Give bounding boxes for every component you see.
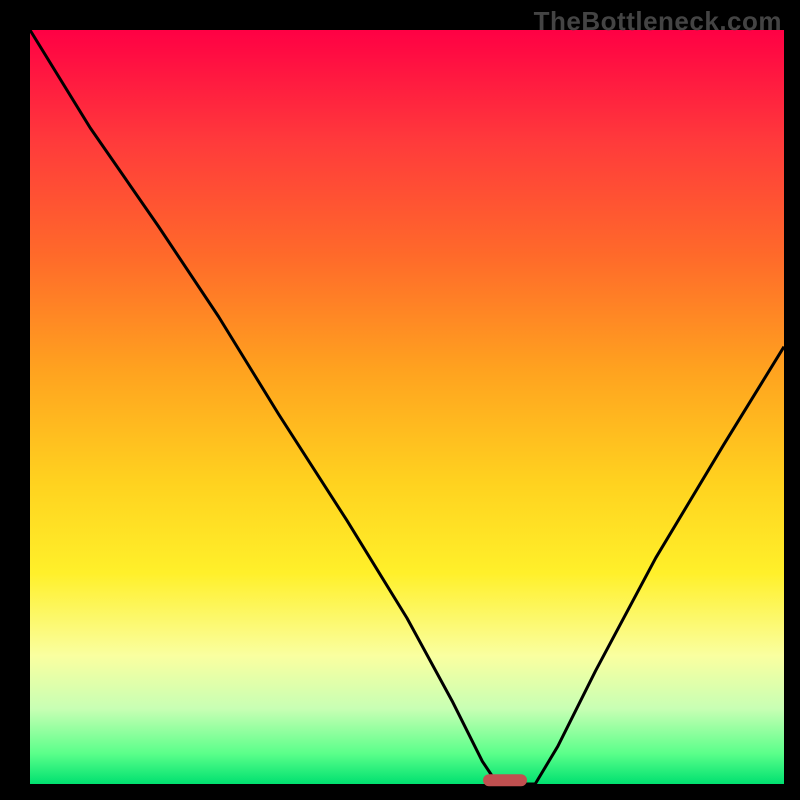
watermark-text: TheBottleneck.com [534, 6, 782, 37]
bottleneck-chart [0, 0, 800, 800]
optimum-marker [483, 774, 527, 786]
chart-frame: TheBottleneck.com [0, 0, 800, 800]
plot-background [30, 30, 784, 784]
